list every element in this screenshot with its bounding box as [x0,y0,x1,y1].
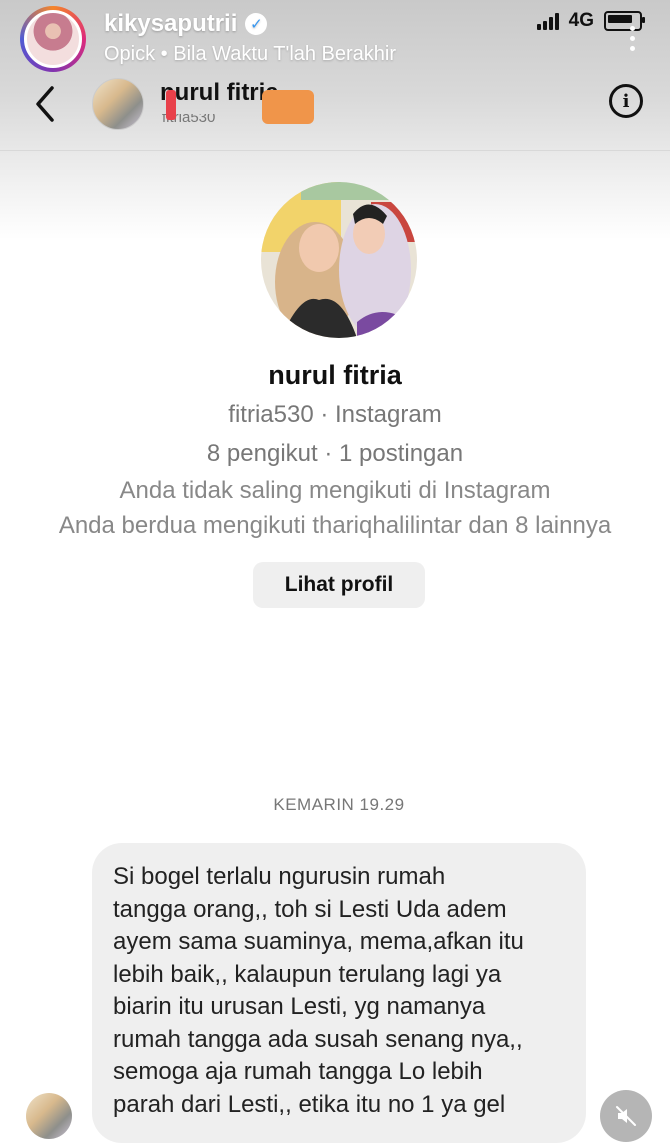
signal-icon [536,12,559,30]
profile-counts: 8 pengikut · 1 postingan [206,440,464,467]
message-line: ayem sama suaminya, mema,afkan itu [113,928,524,955]
battery-icon [604,11,645,31]
follow-status: Anda tidak saling mengikuti di Instagram [119,477,551,504]
view-profile-button[interactable]: Lihat profil [253,562,425,608]
message-line: Si bogel terlalu ngurusin rumah [113,863,446,890]
story-avatar[interactable] [20,6,86,72]
message-bubble[interactable]: Si bogel terlalu ngurusin rumah tangga o… [92,843,586,1143]
mute-button[interactable] [600,1090,652,1142]
status-bar: 4G [536,10,645,32]
story-username-row[interactable]: kikysaputrii ✓ [104,10,268,38]
verified-check-icon: ✓ [245,13,268,35]
profile-handle: fitria530 · Instagram [228,401,442,428]
message-line: tangga orang,, toh si Lesti Uda adem [113,895,507,923]
back-arrow-icon[interactable] [30,84,62,124]
chat-header-avatar[interactable] [92,78,144,130]
speaker-muted-icon [616,1106,636,1126]
profile-name: nurul fitria [268,360,402,390]
message-line: parah dari Lesti,, etika itu no 1 ya gel [113,1090,506,1118]
mutual-followers: Anda berdua mengikuti thariqhalilintar d… [58,512,612,539]
message-timestamp: KEMARIN 19.29 [273,795,405,814]
header-divider [0,150,670,151]
message-line: lebih baik,, kalaupun terulang lagi ya [113,960,502,988]
story-avatar-image [24,10,82,68]
profile-photo [261,182,417,338]
profile-picture[interactable] [261,182,417,338]
message-line: rumah tangga ada susah senang nya,, [113,1025,523,1053]
redaction-mark [166,90,176,120]
more-options-icon[interactable] [630,26,635,51]
message-line: biarin itu urusan Lesti, yg namanya [113,993,486,1020]
story-music-label[interactable]: Opick • Bila Waktu T'lah Berakhir [104,43,396,66]
info-icon[interactable]: i [609,84,643,118]
story-username[interactable]: kikysaputrii [104,10,237,38]
sender-avatar[interactable] [26,1093,72,1139]
chat-header-name[interactable]: nurul fitria [160,78,279,100]
redaction-mark [262,90,314,124]
message-line: semoga aja rumah tangga Lo lebih [113,1058,483,1085]
network-type: 4G [568,10,594,31]
